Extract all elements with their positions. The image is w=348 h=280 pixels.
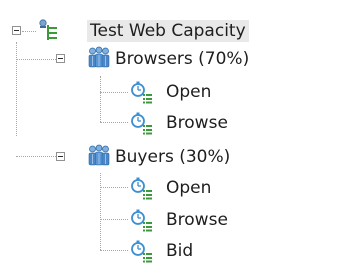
test-tree-icon [36,18,60,42]
tree-connector [100,187,128,188]
user-group-icon [87,144,111,168]
timed-script-icon [130,208,154,232]
script-label-browsers-open[interactable]: Open [166,81,211,103]
user-group-icon [87,46,111,70]
group-label-buyers[interactable]: Buyers (30%) [115,146,230,168]
script-label-buyers-browse[interactable]: Browse [166,209,228,231]
script-label-buyers-bid[interactable]: Bid [166,240,193,262]
tree-connector [100,122,128,123]
script-label-browsers-browse[interactable]: Browse [166,112,228,134]
collapse-toggle-browsers[interactable] [56,54,65,63]
timed-script-icon [130,239,154,263]
tree-connector [16,156,56,157]
collapse-toggle-buyers[interactable] [56,152,65,161]
tree-connector [100,250,128,251]
tree-connector [16,42,17,136]
tree-connector [100,92,128,93]
collapse-toggle-root[interactable] [12,26,21,35]
timed-script-icon [130,111,154,135]
group-label-browsers[interactable]: Browsers (70%) [115,48,249,70]
timed-script-icon [130,176,154,200]
tree-connector [22,31,36,32]
tree-connector [100,219,128,220]
tree-connector [100,173,101,250]
tree-connector [100,76,101,122]
script-label-buyers-open[interactable]: Open [166,177,211,199]
timed-script-icon [130,80,154,104]
tree-connector [16,59,56,60]
tree-root-label[interactable]: Test Web Capacity [87,20,249,42]
test-tree: Test Web Capacity Browsers (70%) Open Br… [0,0,348,280]
